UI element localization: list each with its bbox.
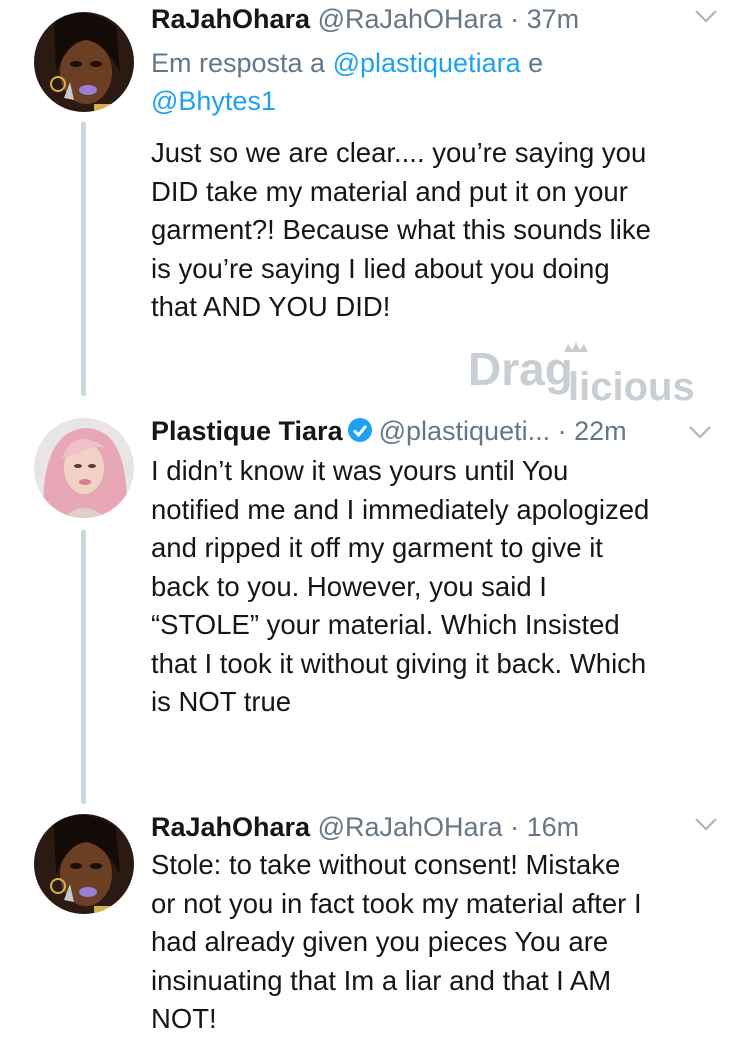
timestamp[interactable]: 16m — [527, 812, 580, 842]
avatar[interactable] — [34, 12, 134, 112]
watermark-text-a: Drag — [468, 343, 573, 395]
tweet-header: RaJahOhara @RaJahOHara · 16m — [151, 812, 730, 848]
verified-badge-icon — [347, 417, 373, 450]
thread-line — [81, 530, 86, 804]
tweet-text: I didn’t know it was yours until You not… — [151, 455, 650, 717]
reply-context: Em resposta a @plastiquetiara e @Bhytes1 — [151, 44, 711, 120]
tweet-text: Stole: to take without consent! Mistake … — [151, 849, 642, 1034]
mention-link[interactable]: @plastiquetiara — [333, 48, 521, 78]
author-handle[interactable]: @plastiqueti... — [379, 416, 551, 446]
timestamp[interactable]: 22m — [574, 416, 627, 446]
tweet-2[interactable]: Plastique Tiara @plastiqueti... · 22m I d… — [0, 400, 750, 804]
author-handle[interactable]: @RaJahOHara — [318, 812, 503, 842]
tweet-header: Plastique Tiara @plastiqueti... · 22m — [151, 416, 730, 452]
reply-prefix: Em resposta a — [151, 48, 333, 78]
avatar[interactable] — [34, 814, 134, 914]
tweet-1[interactable]: RaJahOhara @RaJahOHara · 37m Em resposta… — [0, 0, 750, 396]
separator: · — [557, 416, 567, 446]
timestamp[interactable]: 37m — [527, 4, 580, 34]
thread-line — [81, 122, 86, 396]
author-name[interactable]: Plastique Tiara — [151, 416, 343, 446]
avatar[interactable] — [34, 418, 134, 518]
reply-joiner: e — [520, 48, 544, 78]
separator: · — [510, 4, 520, 34]
tweet-3[interactable]: RaJahOhara @RaJahOHara · 16m Stole: to t… — [0, 800, 750, 1045]
separator: · — [510, 812, 520, 842]
chevron-down-icon[interactable] — [692, 4, 720, 28]
author-name[interactable]: RaJahOhara — [151, 812, 310, 842]
author-name[interactable]: RaJahOhara — [151, 4, 310, 34]
author-handle[interactable]: @RaJahOHara — [318, 4, 503, 34]
chevron-down-icon[interactable] — [686, 420, 714, 444]
tweet-header: RaJahOhara @RaJahOHara · 37m — [151, 4, 730, 40]
mention-link[interactable]: @Bhytes1 — [151, 86, 276, 116]
tweet-text: Just so we are clear.... you’re saying y… — [151, 137, 651, 322]
chevron-down-icon[interactable] — [692, 812, 720, 836]
